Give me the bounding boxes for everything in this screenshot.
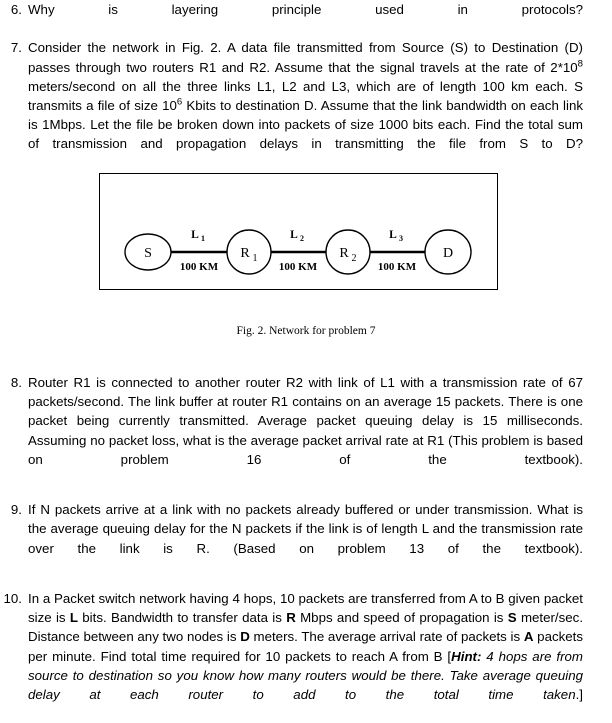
question-number-7: 7.: [10, 40, 22, 56]
node-label-r1: R: [240, 246, 250, 261]
network-diagram: S R 1 R 2 D L 1 L 2 L 3 100 KM 100 KM 10…: [124, 229, 472, 275]
q10-part-2: bits. Bandwidth to transfer data is: [77, 610, 287, 626]
link-distance-l3: 100 KM: [378, 261, 417, 273]
q10-part-3: Mbps and speed of propagation is: [295, 610, 508, 626]
link-label-l3: L: [389, 229, 397, 241]
figure-border-box: S R 1 R 2 D L 1 L 2 L 3 100 KM 100 KM 10…: [99, 173, 498, 290]
link-label-l1: L: [191, 229, 199, 241]
figure-caption: Fig. 2. Network for problem 7: [236, 325, 376, 337]
question-item-9: 9. If N packets arrive at a link with no…: [0, 500, 612, 577]
figure-2: S R 1 R 2 D L 1 L 2 L 3 100 KM 100 KM 10…: [0, 165, 612, 360]
link-distance-l2: 100 KM: [279, 261, 318, 273]
question-text-6: Why is layering principle used in protoc…: [28, 2, 583, 17]
q10-part-7: .]: [575, 687, 583, 703]
question-number-9: 9.: [10, 502, 22, 518]
link-distance-l1: 100 KM: [180, 261, 219, 273]
question-number-8: 8.: [10, 375, 22, 390]
question-text-7: Consider the network in Fig. 2. A data f…: [28, 38, 583, 172]
q10-symbol-S: S: [507, 610, 517, 626]
question-list-top: 6. Why is layering principle used in pro…: [0, 0, 612, 173]
link-label-l1-subscript: 1: [201, 234, 205, 243]
question-number-6: 6.: [10, 2, 22, 17]
question-text-8: Router R1 is connected to another router…: [28, 375, 583, 467]
document-page: 6. Why is layering principle used in pro…: [0, 0, 612, 702]
question-text-9: If N packets arrive at a link with no pa…: [28, 502, 583, 556]
link-label-l3-subscript: 3: [399, 234, 403, 243]
node-label-d: D: [443, 246, 453, 261]
q10-hint-label: Hint:: [451, 648, 482, 664]
question-item-8: 8. Router R1 is connected to another rou…: [0, 373, 612, 488]
q10-symbol-R: R: [286, 610, 296, 626]
q10-symbol-D: D: [240, 629, 250, 645]
question-item-6: 6. Why is layering principle used in pro…: [0, 0, 612, 38]
q10-symbol-L: L: [69, 610, 78, 626]
link-label-l2: L: [290, 229, 298, 241]
question-item-7: 7. Consider the network in Fig. 2. A dat…: [0, 38, 612, 172]
q10-part-5: meters. The average arrival rate of pack…: [249, 629, 524, 645]
node-label-s: S: [144, 246, 152, 261]
question-text-10: In a Packet switch network having 4 hops…: [28, 589, 583, 723]
question-item-10: 10. In a Packet switch network having 4 …: [0, 589, 612, 723]
link-label-l2-subscript: 2: [300, 234, 304, 243]
question-list-bottom: 8. Router R1 is connected to another rou…: [0, 373, 612, 723]
q7-exponent-8: 8: [577, 58, 583, 70]
q7-part-1: Consider the network in Fig. 2. A data f…: [28, 40, 583, 75]
node-label-r2-subscript: 2: [352, 253, 357, 264]
question-number-10: 10.: [3, 591, 23, 607]
node-label-r2: R: [339, 246, 349, 261]
node-label-r1-subscript: 1: [253, 253, 258, 264]
